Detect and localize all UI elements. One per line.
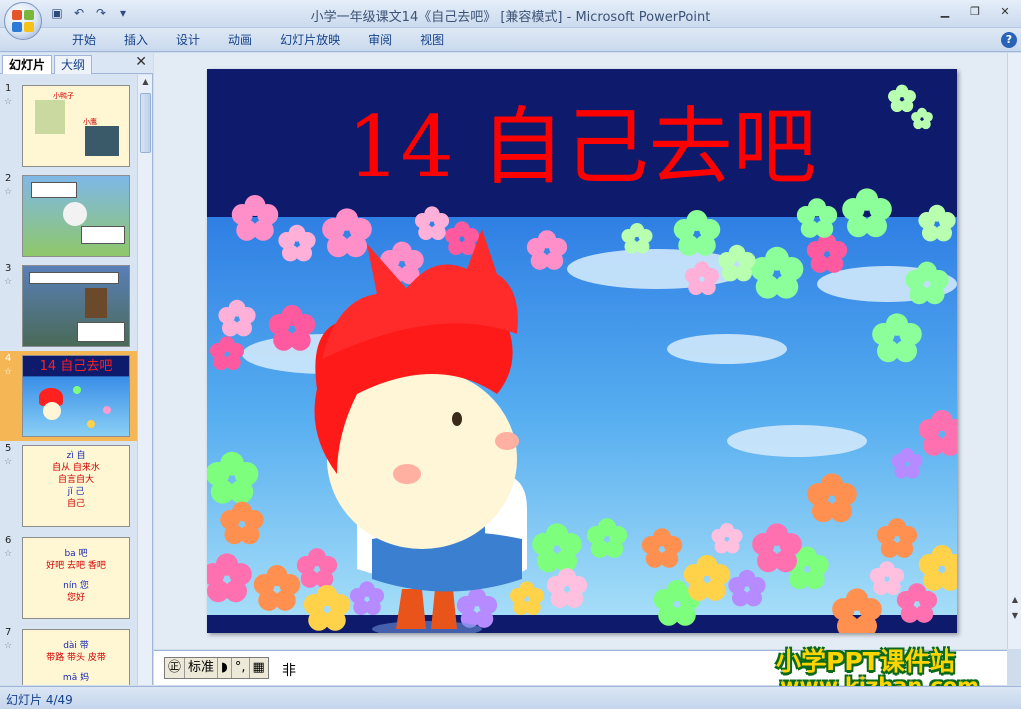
slide-thumbnail-2[interactable]: 2 ☆	[0, 171, 137, 261]
animation-star-icon: ☆	[4, 277, 13, 287]
slide-thumbnail-7[interactable]: 7 ☆ dài 带 带路 带头 皮带 mā 妈	[0, 625, 137, 685]
thumb-line: 自己	[66, 499, 85, 509]
notes-text: 非	[282, 663, 296, 679]
slide-editor: 14 自己去吧 ▲ ▼	[154, 53, 1021, 649]
previous-slide-icon[interactable]: ▲	[1008, 593, 1021, 607]
thumb-line: 您好	[66, 593, 85, 603]
flower-picture	[87, 420, 95, 428]
animation-star-icon: ☆	[4, 187, 13, 197]
thumb-line: 带路 带头 皮带	[46, 653, 106, 663]
status-bar: 幻灯片 4/49	[0, 686, 1021, 709]
tab-view[interactable]: 视图	[406, 32, 458, 48]
character-face-picture	[43, 402, 61, 420]
animation-star-icon: ☆	[4, 367, 13, 377]
slide-number: 7	[5, 627, 12, 638]
flower-picture	[73, 386, 81, 394]
duck-picture	[63, 202, 87, 226]
current-slide[interactable]: 14 自己去吧	[207, 69, 957, 633]
slide-number: 1	[5, 83, 12, 94]
help-icon[interactable]: ?	[1001, 32, 1017, 48]
tab-animation[interactable]: 动画	[214, 32, 266, 48]
thumb-line: jǐ 己	[67, 487, 85, 497]
watermark-title: 小学PPT课件站	[776, 647, 955, 676]
thumbnail-image	[22, 175, 130, 257]
animation-star-icon: ☆	[4, 641, 13, 651]
animation-star-icon: ☆	[4, 97, 13, 107]
tab-home[interactable]: 开始	[58, 32, 110, 48]
slide-number: 5	[5, 443, 12, 454]
thumbnails-scrollbar[interactable]: ▲	[137, 75, 152, 685]
window-controls: ▁ ❐ ✕	[935, 3, 1015, 21]
thumbnail-image: dài 带 带路 带头 皮带 mā 妈	[22, 629, 130, 685]
pane-tabs: 幻灯片 大纲 ✕	[0, 53, 153, 74]
thumb-line: 自从 自来水	[52, 463, 100, 473]
animation-star-icon: ☆	[4, 549, 13, 559]
ribbon-tabs: 开始 插入 设计 动画 幻灯片放映 审阅 视图	[58, 32, 458, 48]
close-icon[interactable]: ✕	[995, 3, 1015, 21]
thumb-line: mā 妈	[62, 673, 90, 683]
tab-design[interactable]: 设计	[162, 32, 214, 48]
thumb-line: nín 您	[63, 581, 89, 591]
editor-scrollbar[interactable]: ▲ ▼	[1007, 53, 1021, 649]
ime-keyboard-icon[interactable]: ▦	[250, 658, 268, 678]
restore-icon[interactable]: ❐	[965, 3, 985, 21]
title-bar: ▣ ↶ ↷ ▾ 小学一年级课文14《自己去吧》 [兼容模式] - Microso…	[0, 0, 1021, 28]
slide-number: 4	[5, 353, 12, 364]
flower-picture	[103, 406, 111, 414]
thumbnail-image: 14 自己去吧	[22, 355, 130, 437]
minimize-icon[interactable]: ▁	[935, 3, 955, 21]
slide-thumbnail-3[interactable]: 3 ☆	[0, 261, 137, 351]
thumbnail-image: ba 吧 好吧 去吧 香吧 nín 您 您好	[22, 537, 130, 619]
window-title: 小学一年级课文14《自己去吧》 [兼容模式] - Microsoft Power…	[310, 10, 711, 25]
scroll-up-icon[interactable]: ▲	[138, 75, 153, 89]
speech-bubble	[77, 322, 125, 342]
ime-mode-label[interactable]: 标准	[185, 658, 219, 678]
thumb-line: 自言自大	[57, 475, 94, 485]
scrollbar-thumb[interactable]	[140, 93, 151, 153]
next-slide-icon[interactable]: ▼	[1008, 609, 1021, 623]
slide-number: 3	[5, 263, 12, 274]
thumbnail-image	[22, 265, 130, 347]
duck-picture	[35, 100, 65, 134]
thumbnail-image: zì 自 自从 自来水 自言自大 jǐ 己 自己	[22, 445, 130, 527]
thumb-line: dài 带	[63, 641, 89, 651]
thumb-label: 14 自己去吧	[39, 359, 113, 374]
slide-thumbnail-6[interactable]: 6 ☆ ba 吧 好吧 去吧 香吧 nín 您 您好	[0, 533, 137, 623]
thumb-line: zì 自	[66, 451, 86, 461]
slide-thumbnail-5[interactable]: 5 ☆ zì 自 自从 自来水 自言自大 jǐ 己 自己	[0, 441, 137, 531]
ribbon: 开始 插入 设计 动画 幻灯片放映 审阅 视图 ?	[0, 28, 1021, 52]
tab-slides[interactable]: 幻灯片	[2, 55, 53, 74]
slide-number: 2	[5, 173, 12, 184]
thumbnail-list: 1 ☆ 小鸭子 小鹰 2 ☆ 3 ☆ 4 ☆ 14 自己去吧 5 ☆ zì 自 …	[0, 75, 137, 685]
tab-review[interactable]: 审阅	[354, 32, 406, 48]
ime-punctuation-icon[interactable]: °,	[232, 658, 250, 678]
office-button[interactable]	[4, 2, 42, 40]
powerpoint-window: ▣ ↶ ↷ ▾ 小学一年级课文14《自己去吧》 [兼容模式] - Microso…	[0, 0, 1021, 709]
slide-thumbnail-1[interactable]: 1 ☆ 小鸭子 小鹰	[0, 81, 137, 171]
slide-thumbnail-4[interactable]: 4 ☆ 14 自己去吧	[0, 351, 137, 441]
ime-logo-icon[interactable]: ㊣	[165, 658, 186, 678]
tab-outline[interactable]: 大纲	[54, 55, 93, 74]
slides-pane: 幻灯片 大纲 ✕ 1 ☆ 小鸭子 小鹰 2 ☆ 3 ☆ 4 ☆ 14 自己去吧 …	[0, 53, 153, 685]
ime-toolbar: ㊣ 标准 ◗ °, ▦	[164, 657, 269, 679]
tab-slideshow[interactable]: 幻灯片放映	[266, 32, 354, 48]
eagle-picture	[85, 126, 119, 156]
eagle-picture	[85, 288, 107, 318]
speech-bubble	[31, 182, 77, 198]
tab-insert[interactable]: 插入	[110, 32, 162, 48]
speech-bubble	[29, 272, 119, 284]
close-pane-icon[interactable]: ✕	[135, 54, 147, 70]
ime-halfwidth-icon[interactable]: ◗	[218, 658, 232, 678]
slide-counter: 幻灯片 4/49	[6, 693, 73, 707]
slide-title[interactable]: 14 自己去吧	[347, 99, 867, 195]
thumb-line: ba 吧	[64, 549, 88, 559]
speech-bubble	[81, 226, 125, 244]
office-logo-icon	[12, 10, 34, 32]
thumb-line: 好吧 去吧 香吧	[46, 561, 106, 571]
animation-star-icon: ☆	[4, 457, 13, 467]
slide-number: 6	[5, 535, 12, 546]
thumbnail-image: 小鸭子 小鹰	[22, 85, 130, 167]
